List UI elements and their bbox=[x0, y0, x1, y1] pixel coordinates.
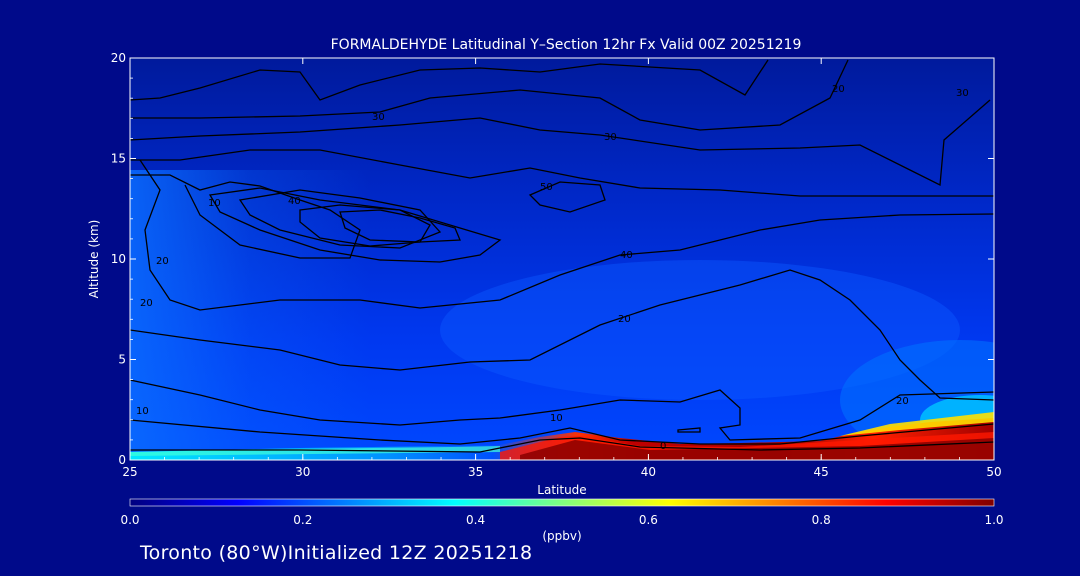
chart-svg: 10 20 30 40 50 20 30 40 20 10 0 20 30 10… bbox=[87, 37, 1004, 543]
x-tick-label: 45 bbox=[814, 465, 829, 479]
contour-label: 20 bbox=[618, 314, 631, 325]
y-tick-label: 20 bbox=[111, 51, 126, 65]
colorbar-ticks: 0.0 0.2 0.4 0.6 0.8 1.0 bbox=[120, 513, 1003, 527]
y-tick-label: 10 bbox=[111, 252, 126, 266]
contour-label: 30 bbox=[372, 112, 385, 123]
x-tick-label: 50 bbox=[986, 465, 1001, 479]
contour-label: 50 bbox=[540, 182, 553, 193]
colorbar-tick-label: 0.2 bbox=[293, 513, 312, 527]
x-tick-label: 35 bbox=[468, 465, 483, 479]
contour-label: 40 bbox=[620, 250, 633, 261]
contour-label: 20 bbox=[832, 84, 845, 95]
x-tick-label: 40 bbox=[641, 465, 656, 479]
x-tick-label: 30 bbox=[295, 465, 310, 479]
contour-label: 20 bbox=[156, 256, 169, 267]
contour-label: 30 bbox=[604, 132, 617, 143]
heatmap-field: 10 20 30 40 50 20 30 40 20 10 0 20 30 10… bbox=[130, 58, 994, 460]
colorbar-tick-label: 0.8 bbox=[812, 513, 831, 527]
y-tick-label: 5 bbox=[118, 353, 126, 367]
x-tick-label: 25 bbox=[122, 465, 137, 479]
y-tick-label: 0 bbox=[118, 453, 126, 467]
colorbar-tick-label: 0.6 bbox=[639, 513, 658, 527]
contour-label: 20 bbox=[140, 298, 153, 309]
chart-title: FORMALDEHYDE Latitudinal Y–Section 12hr … bbox=[331, 37, 802, 53]
contour-label: 10 bbox=[136, 406, 149, 417]
y-tick-label: 15 bbox=[111, 152, 126, 166]
colorbar: 0.0 0.2 0.4 0.6 0.8 1.0 (ppbv) bbox=[120, 498, 1004, 543]
colorbar-label: (ppbv) bbox=[542, 529, 581, 543]
contour-label: 10 bbox=[208, 198, 221, 209]
contour-label: 10 bbox=[550, 413, 563, 424]
contour-label: 30 bbox=[956, 88, 969, 99]
station-initialized-text: Toronto (80°W)Initialized 12Z 20251218 bbox=[140, 542, 533, 564]
contour-label: 40 bbox=[288, 196, 301, 207]
x-axis-label: Latitude bbox=[537, 483, 586, 497]
colorbar-tick-label: 0.4 bbox=[466, 513, 485, 527]
colorbar-bar bbox=[129, 498, 995, 507]
colorbar-tick-label: 0.0 bbox=[120, 513, 139, 527]
colorbar-tick-label: 1.0 bbox=[984, 513, 1003, 527]
y-axis-label: Altitude (km) bbox=[87, 220, 101, 299]
contour-label: 0 bbox=[660, 441, 666, 452]
contour-label: 20 bbox=[896, 396, 909, 407]
